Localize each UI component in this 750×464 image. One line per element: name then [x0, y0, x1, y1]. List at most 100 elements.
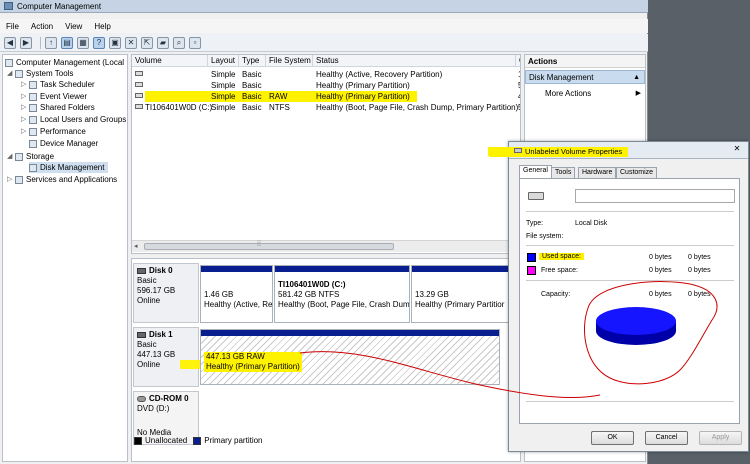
- partition-bar: [412, 266, 510, 272]
- tab-customize[interactable]: Customize: [616, 167, 658, 178]
- connect-icon[interactable]: ▣: [109, 36, 121, 49]
- table-row[interactable]: Simple Basic RAW Healthy (Primary Partit…: [132, 91, 520, 102]
- cell-layout: Simple: [211, 70, 236, 79]
- disk-kind: Basic: [137, 340, 157, 349]
- capacity-bytes: 0 bytes: [649, 291, 672, 298]
- tree-item-system-tools[interactable]: ◢ System Tools: [7, 68, 73, 79]
- toolbar: ◀ ▶ ↑ ▤ ▦ ? ▣ ✕ ⇱ ▰ ⌕ ▫: [0, 34, 648, 52]
- disk-1-label[interactable]: Disk 1 Basic 447.13 GB Online: [133, 327, 199, 387]
- ok-button[interactable]: OK: [591, 431, 634, 445]
- disk-management-icon: [29, 163, 37, 172]
- computer-management-icon: [4, 2, 13, 10]
- users-icon: [29, 115, 37, 124]
- drive-icon: [135, 82, 143, 87]
- forward-icon[interactable]: ▶: [20, 36, 32, 49]
- expand-icon[interactable]: ▷: [21, 102, 27, 113]
- tree-item-event-viewer[interactable]: ▷ Event Viewer: [21, 91, 87, 102]
- tree-item-storage[interactable]: ◢ Storage: [7, 151, 54, 162]
- collapse-up-icon[interactable]: ▲: [633, 71, 640, 85]
- menu-action[interactable]: Action: [31, 22, 53, 31]
- column-header-file-system[interactable]: File System: [266, 55, 313, 67]
- apply-button[interactable]: Apply: [699, 431, 742, 445]
- tree-item-disk-management[interactable]: Disk Management: [29, 162, 109, 173]
- actions-section-disk-management[interactable]: Disk Management ▲: [525, 70, 645, 84]
- tree-item-task-scheduler[interactable]: ▷ Task Scheduler: [21, 79, 95, 90]
- title-bar: Computer Management: [0, 0, 648, 13]
- column-header-volume[interactable]: Volume: [132, 55, 208, 67]
- more-actions[interactable]: More Actions ▶: [545, 88, 643, 99]
- column-header-type[interactable]: Type: [239, 55, 266, 67]
- dialog-title-bar: Unlabeled Volume Properties ✕: [489, 142, 748, 159]
- menu-view[interactable]: View: [65, 22, 82, 31]
- help-icon[interactable]: ?: [93, 36, 105, 49]
- show-hide-tree-icon[interactable]: ▤: [61, 36, 73, 49]
- up-icon[interactable]: ↑: [45, 36, 57, 49]
- scrollbar-thumb[interactable]: [144, 243, 394, 250]
- expand-icon[interactable]: ▷: [21, 91, 27, 102]
- table-row[interactable]: Simple Basic Healthy (Active, Recovery P…: [132, 69, 520, 80]
- cell-status: Healthy (Boot, Page File, Crash Dump, Pr…: [316, 103, 519, 112]
- expand-icon[interactable]: ▷: [21, 114, 27, 125]
- free-space-swatch: [527, 266, 536, 275]
- volume-label-input[interactable]: [575, 189, 735, 203]
- free-space-label: Free space:: [541, 267, 578, 274]
- tab-hardware[interactable]: Hardware: [578, 167, 617, 178]
- menu-file[interactable]: File: [6, 22, 19, 31]
- disk-kind: Basic: [137, 276, 157, 285]
- disk-1-partition-raw[interactable]: 447.13 GB RAW Healthy (Primary Partition): [200, 329, 500, 385]
- tree-item-services[interactable]: ▷ Services and Applications: [7, 174, 117, 185]
- menu-help[interactable]: Help: [94, 22, 110, 31]
- close-icon[interactable]: ✕: [730, 143, 744, 155]
- services-icon: [15, 175, 23, 184]
- tree-item-computer-management[interactable]: Computer Management (Local: [5, 57, 124, 68]
- tree-item-shared-folders[interactable]: ▷ Shared Folders: [21, 102, 95, 113]
- expand-icon[interactable]: ▷: [21, 126, 27, 137]
- used-space-swatch: [527, 253, 536, 262]
- column-header-capacity[interactable]: C: [516, 55, 520, 67]
- column-header-layout[interactable]: Layout: [208, 55, 239, 67]
- tree-item-local-users[interactable]: ▷ Local Users and Groups: [21, 114, 126, 125]
- tab-tools[interactable]: Tools: [551, 167, 576, 178]
- table-row[interactable]: TI106401W0D (C:) Simple Basic NTFS Healt…: [132, 102, 520, 113]
- tree-label: Computer Management (Local: [16, 58, 125, 67]
- expand-icon[interactable]: ▷: [21, 79, 27, 90]
- legend-primary: Primary partition: [204, 436, 263, 445]
- console-tree: Computer Management (Local ◢ System Tool…: [2, 54, 128, 462]
- cell-file-system: NTFS: [269, 103, 290, 112]
- export-icon[interactable]: ⇱: [141, 36, 153, 49]
- divider: [526, 280, 734, 281]
- actions-header: Actions: [525, 55, 645, 68]
- disk-0-label[interactable]: Disk 0 Basic 596.17 GB Online: [133, 263, 199, 323]
- partition-bar: [275, 266, 409, 272]
- tree-item-performance[interactable]: ▷ Performance: [21, 126, 86, 137]
- disk-0-partition-c[interactable]: TI106401W0D (C:) 581.42 GB NTFS Healthy (B…: [274, 265, 410, 323]
- back-icon[interactable]: ◀: [4, 36, 16, 49]
- column-header-status[interactable]: Status: [313, 55, 516, 67]
- table-row[interactable]: Simple Basic Healthy (Primary Partition)…: [132, 80, 520, 91]
- free-space-size: 0 bytes: [688, 267, 711, 274]
- disk-0-partition-3[interactable]: 13.29 GB Healthy (Primary Partitior: [411, 265, 511, 323]
- divider: [526, 401, 734, 402]
- search-icon[interactable]: ⌕: [173, 36, 185, 49]
- more-icon[interactable]: ▫: [189, 36, 201, 49]
- expand-icon[interactable]: ▷: [7, 174, 13, 185]
- disk-size: 447.13 GB: [137, 350, 176, 359]
- scroll-left-icon[interactable]: ◂: [134, 242, 138, 250]
- task-scheduler-icon: [29, 80, 37, 89]
- properties-icon[interactable]: ▦: [77, 36, 89, 49]
- horizontal-scrollbar[interactable]: ◂ ⁞⁞: [132, 240, 520, 252]
- primary-swatch: [193, 436, 202, 445]
- menu-bar: File Action View Help: [0, 19, 648, 33]
- collapse-icon[interactable]: ◢: [7, 68, 13, 79]
- delete-icon[interactable]: ✕: [125, 36, 137, 49]
- annotation-highlight: [488, 147, 512, 156]
- disk-0-partition-1[interactable]: 1.46 GB Healthy (Active, Re: [200, 265, 273, 323]
- cancel-button[interactable]: Cancel: [645, 431, 688, 445]
- open-icon[interactable]: ▰: [157, 36, 169, 49]
- collapse-icon[interactable]: ◢: [7, 151, 13, 162]
- tab-general[interactable]: General: [519, 165, 552, 178]
- cell-capacity: 5: [518, 80, 520, 91]
- disk-state: Online: [137, 296, 161, 305]
- submenu-arrow-icon: ▶: [635, 90, 641, 97]
- tree-item-device-manager[interactable]: Device Manager: [29, 138, 98, 149]
